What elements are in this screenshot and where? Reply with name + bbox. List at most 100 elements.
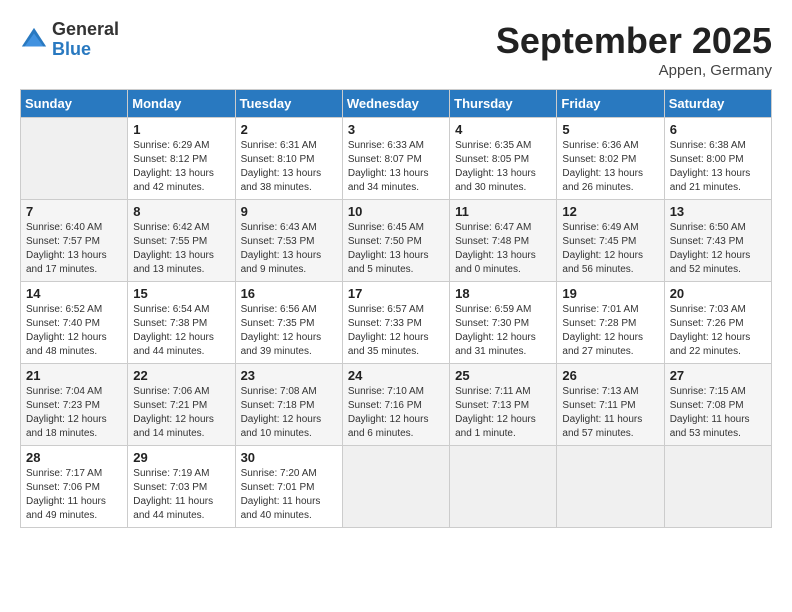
day-number: 25 [455, 368, 551, 383]
calendar-cell: 25 Sunrise: 7:11 AMSunset: 7:13 PMDayligh… [450, 364, 557, 446]
month-title: September 2025 [496, 20, 772, 62]
weekday-header-friday: Friday [557, 90, 664, 118]
day-info: Sunrise: 7:08 AMSunset: 7:18 PMDaylight:… [241, 385, 337, 441]
weekday-header-saturday: Saturday [664, 90, 771, 118]
day-info: Sunrise: 7:06 AMSunset: 7:21 PMDaylight:… [133, 385, 229, 441]
day-info: Sunrise: 6:36 AMSunset: 8:02 PMDaylight:… [562, 139, 658, 195]
calendar-cell: 20 Sunrise: 7:03 AMSunset: 7:26 PMDayligh… [664, 282, 771, 364]
day-number: 3 [348, 122, 444, 137]
day-number: 28 [26, 450, 122, 465]
day-number: 30 [241, 450, 337, 465]
calendar-cell: 15 Sunrise: 6:54 AMSunset: 7:38 PMDayligh… [128, 282, 235, 364]
calendar-cell [557, 446, 664, 528]
day-number: 26 [562, 368, 658, 383]
logo-text: General Blue [52, 20, 119, 60]
calendar-table: SundayMondayTuesdayWednesdayThursdayFrid… [20, 89, 772, 528]
calendar-cell: 8 Sunrise: 6:42 AMSunset: 7:55 PMDaylight… [128, 200, 235, 282]
day-info: Sunrise: 6:35 AMSunset: 8:05 PMDaylight:… [455, 139, 551, 195]
calendar-cell: 1 Sunrise: 6:29 AMSunset: 8:12 PMDaylight… [128, 118, 235, 200]
weekday-header-wednesday: Wednesday [342, 90, 449, 118]
day-number: 17 [348, 286, 444, 301]
calendar-cell: 13Sunrise: 6:50 AMSunset: 7:43 PMDayligh… [664, 200, 771, 282]
day-number: 22 [133, 368, 229, 383]
day-number: 4 [455, 122, 551, 137]
day-number: 27 [670, 368, 766, 383]
calendar-cell: 3 Sunrise: 6:33 AMSunset: 8:07 PMDaylight… [342, 118, 449, 200]
day-info: Sunrise: 7:10 AMSunset: 7:16 PMDaylight:… [348, 385, 444, 441]
day-info: Sunrise: 6:50 AMSunset: 7:43 PMDaylight:… [670, 221, 766, 277]
day-number: 1 [133, 122, 229, 137]
weekday-header-tuesday: Tuesday [235, 90, 342, 118]
calendar-cell: 24 Sunrise: 7:10 AMSunset: 7:16 PMDayligh… [342, 364, 449, 446]
calendar-cell: 5 Sunrise: 6:36 AMSunset: 8:02 PMDaylight… [557, 118, 664, 200]
calendar-cell [664, 446, 771, 528]
day-info: Sunrise: 7:04 AMSunset: 7:23 PMDaylight:… [26, 385, 122, 441]
calendar-week-row: 28 Sunrise: 7:17 AMSunset: 7:06 PMDayligh… [21, 446, 772, 528]
calendar-cell: 7Sunrise: 6:40 AMSunset: 7:57 PMDaylight… [21, 200, 128, 282]
calendar-cell [342, 446, 449, 528]
calendar-cell: 4 Sunrise: 6:35 AMSunset: 8:05 PMDaylight… [450, 118, 557, 200]
day-number: 10 [348, 204, 444, 219]
calendar-cell: 21 Sunrise: 7:04 AMSunset: 7:23 PMDayligh… [21, 364, 128, 446]
calendar-cell: 18Sunrise: 6:59 AMSunset: 7:30 PMDayligh… [450, 282, 557, 364]
weekday-header-row: SundayMondayTuesdayWednesdayThursdayFrid… [21, 90, 772, 118]
day-info: Sunrise: 7:11 AMSunset: 7:13 PMDaylight:… [455, 385, 551, 441]
day-info: Sunrise: 6:47 AMSunset: 7:48 PMDaylight:… [455, 221, 551, 277]
calendar-cell: 16 Sunrise: 6:56 AMSunset: 7:35 PMDayligh… [235, 282, 342, 364]
day-number: 20 [670, 286, 766, 301]
logo: General Blue [20, 20, 119, 60]
day-number: 5 [562, 122, 658, 137]
day-number: 8 [133, 204, 229, 219]
calendar-cell: 29Sunrise: 7:19 AMSunset: 7:03 PMDayligh… [128, 446, 235, 528]
calendar-cell [21, 118, 128, 200]
location-subtitle: Appen, Germany [496, 62, 772, 79]
day-info: Sunrise: 6:42 AMSunset: 7:55 PMDaylight:… [133, 221, 229, 277]
calendar-cell: 30 Sunrise: 7:20 AMSunset: 7:01 PMDayligh… [235, 446, 342, 528]
calendar-cell: 26 Sunrise: 7:13 AMSunset: 7:11 PMDayligh… [557, 364, 664, 446]
day-info: Sunrise: 6:38 AMSunset: 8:00 PMDaylight:… [670, 139, 766, 195]
calendar-cell: 27 Sunrise: 7:15 AMSunset: 7:08 PMDayligh… [664, 364, 771, 446]
day-number: 29 [133, 450, 229, 465]
day-info: Sunrise: 7:15 AMSunset: 7:08 PMDaylight:… [670, 385, 766, 441]
logo-icon [20, 26, 48, 54]
page-header: General Blue September 2025 Appen, Germa… [20, 20, 772, 79]
day-info: Sunrise: 6:56 AMSunset: 7:35 PMDaylight:… [241, 303, 337, 359]
weekday-header-monday: Monday [128, 90, 235, 118]
day-info: Sunrise: 7:03 AMSunset: 7:26 PMDaylight:… [670, 303, 766, 359]
day-number: 18 [455, 286, 551, 301]
day-number: 21 [26, 368, 122, 383]
day-info: Sunrise: 6:54 AMSunset: 7:38 PMDaylight:… [133, 303, 229, 359]
calendar-cell: 9Sunrise: 6:43 AMSunset: 7:53 PMDaylight… [235, 200, 342, 282]
day-info: Sunrise: 7:01 AMSunset: 7:28 PMDaylight:… [562, 303, 658, 359]
calendar-week-row: 21 Sunrise: 7:04 AMSunset: 7:23 PMDayligh… [21, 364, 772, 446]
day-number: 16 [241, 286, 337, 301]
calendar-week-row: 14Sunrise: 6:52 AMSunset: 7:40 PMDayligh… [21, 282, 772, 364]
calendar-cell: 22 Sunrise: 7:06 AMSunset: 7:21 PMDayligh… [128, 364, 235, 446]
calendar-cell: 28 Sunrise: 7:17 AMSunset: 7:06 PMDayligh… [21, 446, 128, 528]
day-info: Sunrise: 6:57 AMSunset: 7:33 PMDaylight:… [348, 303, 444, 359]
day-number: 19 [562, 286, 658, 301]
weekday-header-sunday: Sunday [21, 90, 128, 118]
day-info: Sunrise: 6:29 AMSunset: 8:12 PMDaylight:… [133, 139, 229, 195]
day-number: 2 [241, 122, 337, 137]
calendar-cell: 6 Sunrise: 6:38 AMSunset: 8:00 PMDaylight… [664, 118, 771, 200]
calendar-week-row: 1 Sunrise: 6:29 AMSunset: 8:12 PMDaylight… [21, 118, 772, 200]
day-info: Sunrise: 6:33 AMSunset: 8:07 PMDaylight:… [348, 139, 444, 195]
day-number: 6 [670, 122, 766, 137]
day-number: 24 [348, 368, 444, 383]
day-info: Sunrise: 6:40 AMSunset: 7:57 PMDaylight:… [26, 221, 122, 277]
day-info: Sunrise: 7:17 AMSunset: 7:06 PMDaylight:… [26, 467, 122, 523]
day-number: 12 [562, 204, 658, 219]
calendar-cell: 12 Sunrise: 6:49 AMSunset: 7:45 PMDayligh… [557, 200, 664, 282]
day-number: 23 [241, 368, 337, 383]
day-info: Sunrise: 6:31 AMSunset: 8:10 PMDaylight:… [241, 139, 337, 195]
calendar-week-row: 7Sunrise: 6:40 AMSunset: 7:57 PMDaylight… [21, 200, 772, 282]
day-number: 14 [26, 286, 122, 301]
day-info: Sunrise: 7:13 AMSunset: 7:11 PMDaylight:… [562, 385, 658, 441]
day-info: Sunrise: 6:49 AMSunset: 7:45 PMDaylight:… [562, 221, 658, 277]
calendar-cell: 17 Sunrise: 6:57 AMSunset: 7:33 PMDayligh… [342, 282, 449, 364]
day-number: 15 [133, 286, 229, 301]
day-info: Sunrise: 6:45 AMSunset: 7:50 PMDaylight:… [348, 221, 444, 277]
weekday-header-thursday: Thursday [450, 90, 557, 118]
day-info: Sunrise: 7:20 AMSunset: 7:01 PMDaylight:… [241, 467, 337, 523]
